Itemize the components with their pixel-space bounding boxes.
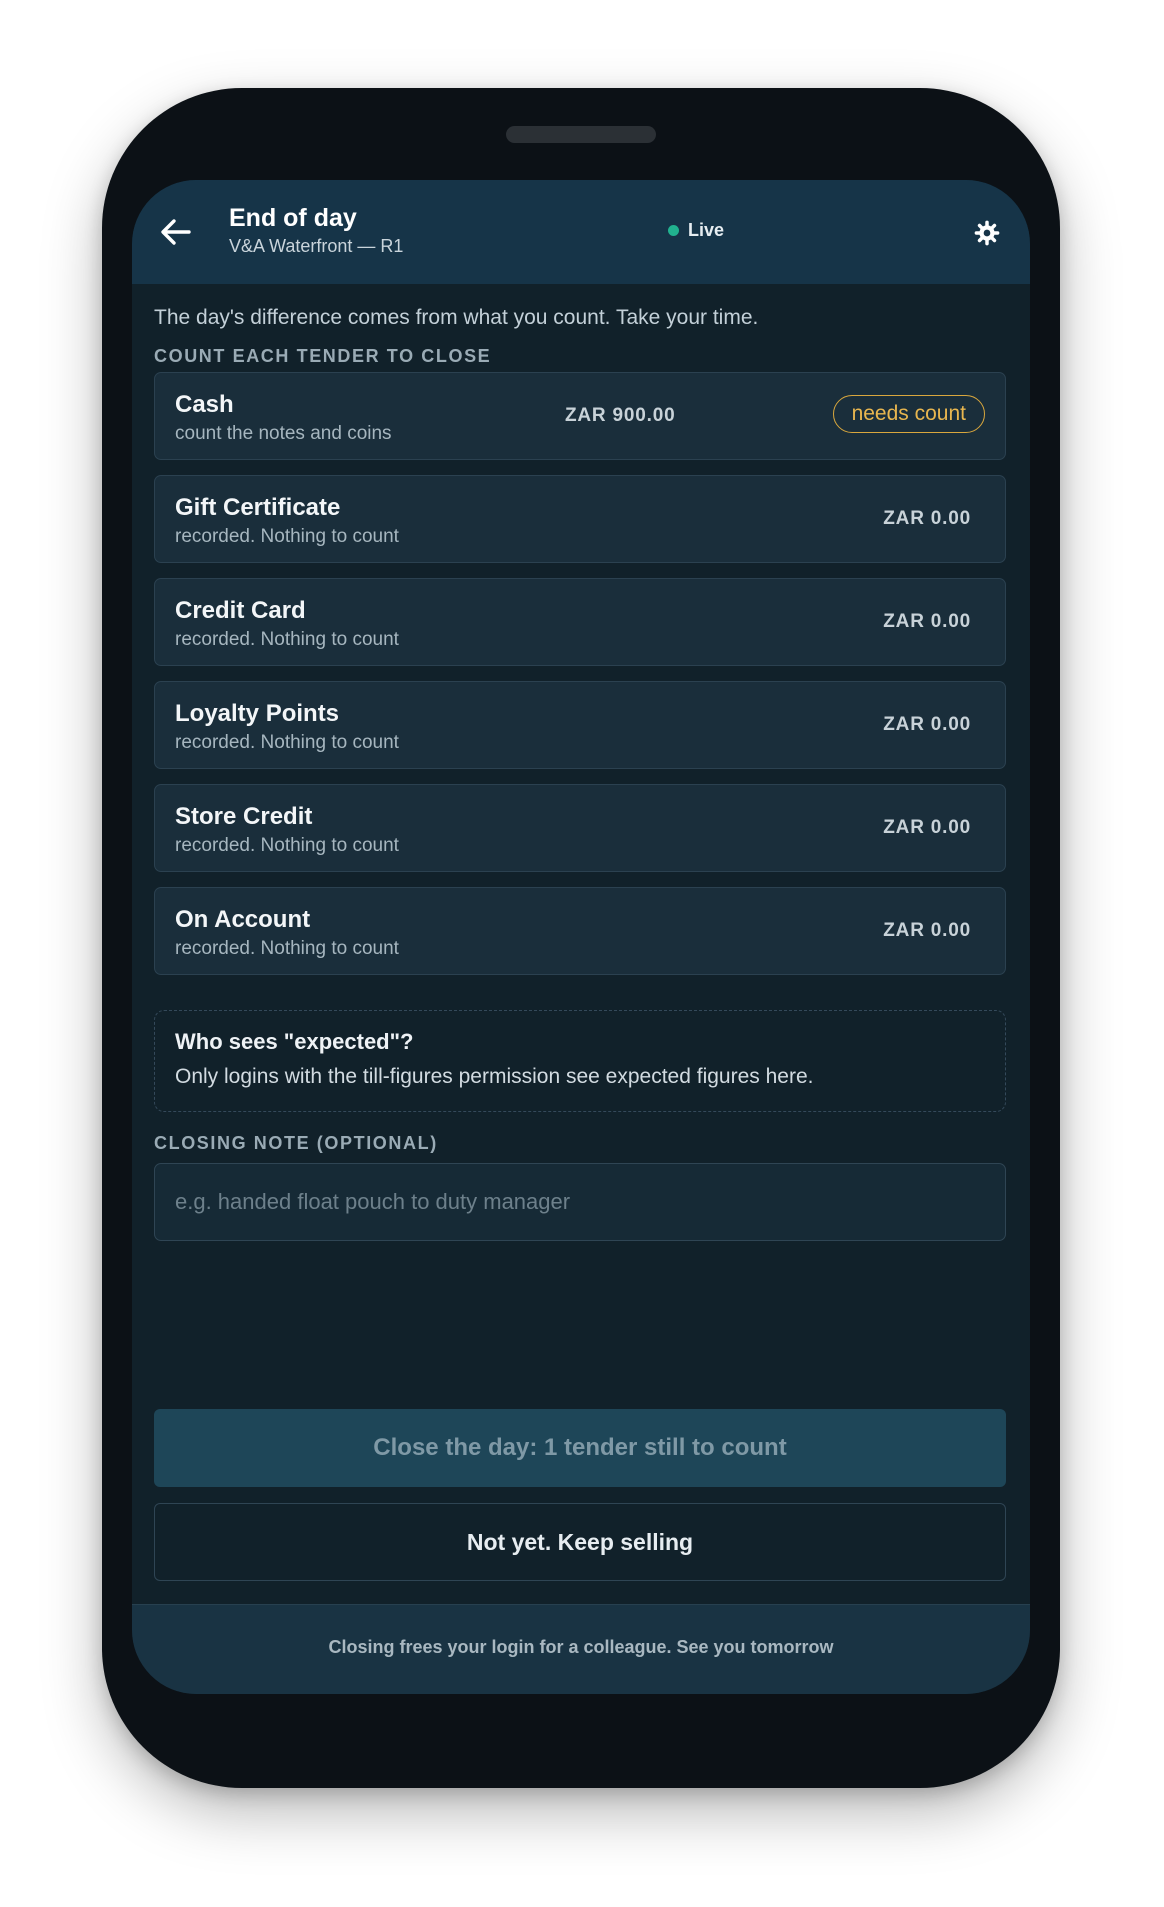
gear-icon[interactable] — [974, 220, 1000, 246]
close-day-button[interactable]: Close the day: 1 tender still to count — [154, 1409, 1006, 1487]
intro-text: The day's difference comes from what you… — [154, 306, 759, 329]
tender-subtitle: recorded. Nothing to count — [175, 732, 399, 753]
phone-frame: End of day V&A Waterfront — R1 Live The … — [102, 88, 1060, 1788]
closing-note-input[interactable] — [154, 1163, 1006, 1241]
info-title: Who sees "expected"? — [175, 1029, 414, 1054]
page-title: End of day — [229, 204, 357, 232]
tender-amount: ZAR 0.00 — [883, 508, 971, 529]
closing-note-label: CLOSING NOTE (OPTIONAL) — [154, 1133, 438, 1153]
expected-info-box: Who sees "expected"? Only logins with th… — [154, 1010, 1006, 1112]
tender-amount: ZAR 0.00 — [883, 920, 971, 941]
footer-text: Closing frees your login for a colleague… — [328, 1637, 834, 1657]
tender-name: Store Credit — [175, 803, 313, 830]
speaker-notch — [506, 126, 656, 143]
tender-amount: ZAR 0.00 — [883, 611, 971, 632]
needs-count-badge[interactable]: needs count — [832, 395, 985, 433]
tender-name: On Account — [175, 906, 311, 933]
status-dot-icon — [668, 225, 679, 236]
tender-name: Gift Certificate — [175, 494, 341, 521]
tender-row-gift-certificate[interactable]: Gift Certificate recorded. Nothing to co… — [154, 475, 1006, 563]
tender-subtitle: count the notes and coins — [175, 423, 392, 444]
tender-amount: ZAR 0.00 — [883, 714, 971, 735]
tender-amount: ZAR 900.00 — [565, 405, 676, 426]
tender-subtitle: recorded. Nothing to count — [175, 526, 399, 547]
tender-row-loyalty-points[interactable]: Loyalty Points recorded. Nothing to coun… — [154, 681, 1006, 769]
info-text: Only logins with the till-figures permis… — [175, 1065, 814, 1088]
app-screen: End of day V&A Waterfront — R1 Live The … — [132, 180, 1030, 1694]
top-bar: End of day V&A Waterfront — R1 Live — [132, 180, 1030, 284]
tenders-section-label: COUNT EACH TENDER TO CLOSE — [154, 346, 492, 366]
tender-subtitle: recorded. Nothing to count — [175, 835, 399, 856]
footer: Closing frees your login for a colleague… — [132, 1604, 1030, 1694]
tender-name: Credit Card — [175, 597, 306, 624]
store-register-label: V&A Waterfront — R1 — [229, 236, 404, 256]
arrow-left-icon[interactable] — [158, 214, 194, 250]
live-status-text: Live — [688, 220, 725, 240]
live-status: Live — [668, 220, 724, 241]
tender-name: Loyalty Points — [175, 700, 340, 727]
keep-selling-button[interactable]: Not yet. Keep selling — [154, 1503, 1006, 1581]
tender-name: Cash — [175, 391, 234, 418]
tender-row-cash[interactable]: Cash count the notes and coins ZAR 900.0… — [154, 372, 1006, 460]
tender-row-credit-card[interactable]: Credit Card recorded. Nothing to count Z… — [154, 578, 1006, 666]
tender-subtitle: recorded. Nothing to count — [175, 629, 399, 650]
tender-row-on-account[interactable]: On Account recorded. Nothing to count ZA… — [154, 887, 1006, 975]
tender-row-store-credit[interactable]: Store Credit recorded. Nothing to count … — [154, 784, 1006, 872]
tender-amount: ZAR 0.00 — [883, 817, 971, 838]
tender-subtitle: recorded. Nothing to count — [175, 938, 399, 959]
